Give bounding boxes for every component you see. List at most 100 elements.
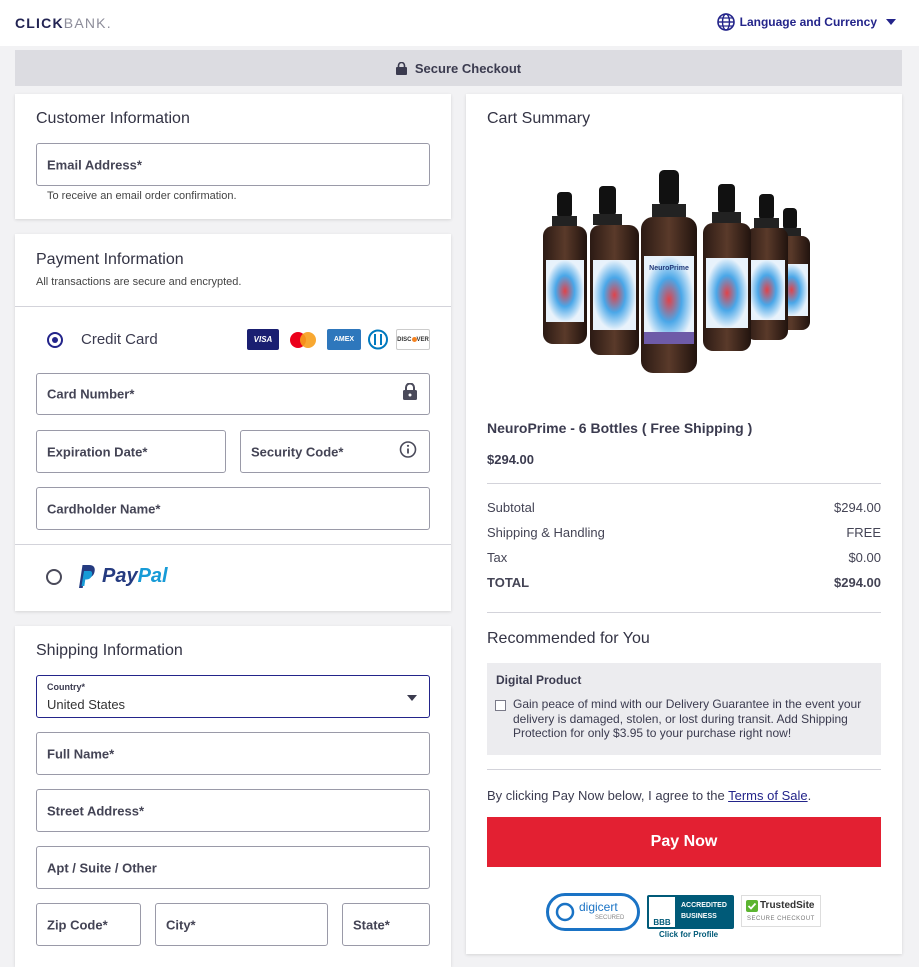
shipping-protection-text: Gain peace of mind with our Delivery Gua… [513, 697, 862, 740]
terms-prefix: By clicking Pay Now below, I agree to th… [487, 788, 729, 803]
customer-info-title: Customer Information [36, 110, 190, 127]
tax-row: Tax $0.00 [487, 550, 881, 565]
recommended-title: Recommended for You [487, 630, 650, 647]
paypal-text-pay: Pay [102, 565, 138, 587]
paypal-radio[interactable] [46, 569, 62, 585]
info-icon[interactable] [399, 440, 417, 463]
security-code-field[interactable]: Security Code* [240, 430, 430, 473]
payment-divider-bottom [15, 544, 451, 545]
bbb-logo-text: BBB [653, 918, 671, 927]
lock-icon [403, 382, 417, 405]
street-address-label: Street Address* [47, 803, 145, 818]
digicert-text: digicert [579, 900, 618, 914]
logo-main-text: CLICK [15, 15, 64, 31]
country-select[interactable]: Country* United States [36, 675, 430, 718]
amex-icon: AMEX [327, 329, 361, 350]
total-row: TOTAL $294.00 [487, 575, 881, 590]
discover-icon: DISC VER [396, 329, 430, 350]
shipping-protection-checkbox[interactable] [495, 700, 506, 711]
secure-checkout-bar: Secure Checkout [15, 50, 902, 86]
card-number-field[interactable]: Card Number* [36, 373, 430, 415]
credit-card-radio[interactable] [47, 332, 63, 348]
secure-checkout-label: Secure Checkout [414, 60, 522, 76]
product-image: NeuroPrime [535, 160, 825, 380]
bbb-click-profile[interactable]: Click for Profile [659, 930, 718, 939]
bbb-badge[interactable]: BBB ACCREDITED BUSINESS [647, 895, 734, 929]
visa-icon: VISA [247, 329, 279, 350]
terms-suffix: . [807, 788, 812, 803]
language-label: Language and Currency [739, 15, 877, 29]
chevron-down-icon [407, 688, 417, 706]
trustedsite-secure-text: SECURE CHECKOUT [747, 916, 815, 922]
pay-now-button[interactable]: Pay Now [487, 817, 881, 867]
expiration-date-field[interactable]: Expiration Date* [36, 430, 226, 473]
apt-suite-field[interactable]: Apt / Suite / Other [36, 846, 430, 889]
terms-of-sale-link[interactable]: Terms of Sale [728, 788, 807, 803]
digicert-secured-text: SECURED [595, 915, 625, 921]
language-currency-selector[interactable]: Language and Currency [716, 13, 896, 31]
cart-divider-3 [487, 769, 881, 770]
subtotal-value: $294.00 [834, 500, 881, 515]
tax-value: $0.00 [848, 550, 881, 565]
bottle-back-left [543, 192, 587, 344]
city-field[interactable]: City* [155, 903, 328, 946]
payment-info-card [15, 234, 451, 611]
checkmark-icon [746, 900, 758, 912]
cart-summary-title: Cart Summary [487, 110, 591, 127]
paypal-text-pal: Pal [137, 565, 168, 587]
shipping-label: Shipping & Handling [487, 525, 605, 540]
payment-divider-top [15, 306, 451, 307]
bbb-business-text: BUSINESS [681, 913, 717, 920]
street-address-field[interactable]: Street Address* [36, 789, 430, 832]
country-label: Country* [47, 682, 85, 692]
bbb-logo-box: BBB [649, 897, 675, 927]
bbb-accredited-text: ACCREDITED [681, 902, 727, 909]
email-hint: To receive an email order confirmation. [47, 190, 237, 202]
full-name-label: Full Name* [47, 746, 115, 761]
full-name-field[interactable]: Full Name* [36, 732, 430, 775]
digicert-badge[interactable]: digicert SECURED [546, 893, 640, 931]
shipping-info-title: Shipping Information [36, 642, 183, 659]
apt-suite-label: Apt / Suite / Other [47, 860, 157, 875]
bottle-front: NeuroPrime [641, 170, 697, 373]
paypal-logo[interactable]: PayPal [74, 564, 168, 589]
digicert-check-icon [555, 902, 575, 922]
email-field[interactable]: Email Address* [36, 143, 430, 186]
tax-label: Tax [487, 550, 508, 565]
bottle-mid-left [590, 186, 639, 355]
country-value: United States [47, 697, 126, 712]
credit-card-label: Credit Card [81, 331, 158, 348]
bottle-mid-right-1 [703, 184, 751, 351]
total-value: $294.00 [834, 575, 881, 590]
total-label: TOTAL [487, 575, 530, 590]
state-label: State* [353, 917, 390, 932]
card-number-label: Card Number* [47, 386, 135, 402]
security-code-label: Security Code* [251, 444, 344, 459]
expiration-date-label: Expiration Date* [47, 444, 148, 459]
state-field[interactable]: State* [342, 903, 430, 946]
globe-icon [716, 13, 735, 31]
product-name: NeuroPrime - 6 Bottles ( Free Shipping ) [487, 420, 753, 436]
trustedsite-badge[interactable]: TrustedSite SECURE CHECKOUT [741, 895, 821, 927]
subtotal-row: Subtotal $294.00 [487, 500, 881, 515]
bottle-mid-right-2 [746, 194, 788, 340]
cardholder-name-field[interactable]: Cardholder Name* [36, 487, 430, 530]
bottle-brand-text: NeuroPrime [649, 265, 689, 272]
payment-info-title: Payment Information [36, 251, 184, 268]
subtotal-label: Subtotal [487, 500, 535, 515]
email-field-label: Email Address* [47, 157, 142, 172]
shipping-row: Shipping & Handling FREE [487, 525, 881, 540]
clickbank-logo[interactable]: CLICKBANK. [15, 15, 112, 31]
zip-code-label: Zip Code* [47, 917, 108, 932]
zip-code-field[interactable]: Zip Code* [36, 903, 141, 946]
trustedsite-text: TrustedSite [760, 900, 815, 911]
product-price: $294.00 [487, 452, 534, 467]
city-label: City* [166, 917, 196, 932]
digital-product-title: Digital Product [496, 673, 582, 687]
logo-secondary-text: BANK. [63, 15, 112, 31]
digital-product-box: Digital Product Gain peace of mind with … [487, 663, 881, 755]
terms-text: By clicking Pay Now below, I agree to th… [487, 788, 811, 803]
diners-club-icon [367, 329, 389, 350]
caret-down-icon [886, 19, 896, 25]
shipping-value: FREE [846, 525, 881, 540]
